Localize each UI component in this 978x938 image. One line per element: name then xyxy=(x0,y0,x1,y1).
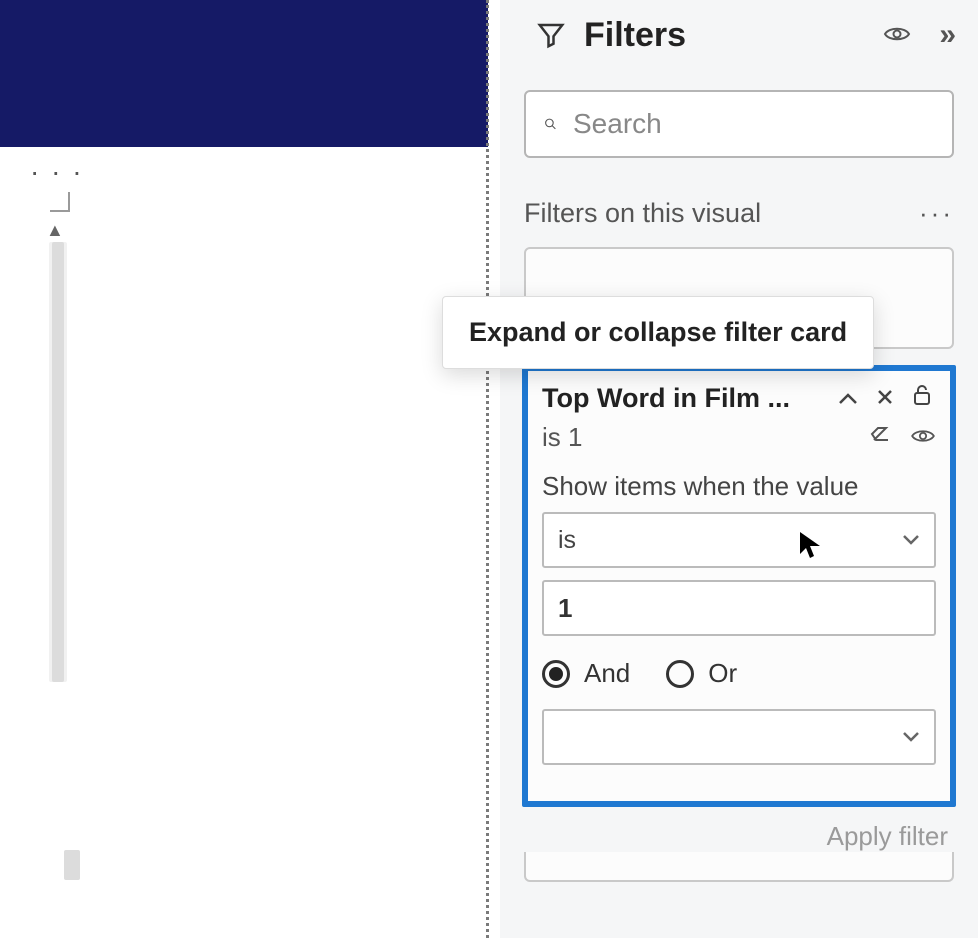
view-icon[interactable] xyxy=(883,20,911,51)
pane-divider[interactable] xyxy=(486,0,489,938)
resize-handle[interactable] xyxy=(64,850,80,880)
selection-corner-marker xyxy=(50,192,70,212)
radio-or[interactable] xyxy=(666,660,694,688)
lock-filter-icon[interactable] xyxy=(908,384,936,413)
logic-operator-group: And Or xyxy=(542,658,936,689)
visual-more-options[interactable]: · · · xyxy=(30,156,84,188)
tooltip-text: Expand or collapse filter card xyxy=(469,317,847,348)
scroll-up-arrow[interactable]: ▲ xyxy=(46,220,64,241)
condition1-operator-select[interactable]: is xyxy=(542,512,936,568)
next-filter-card-edge xyxy=(524,852,954,882)
filters-pane: Filters » Filters on this visual ··· Top… xyxy=(500,0,978,938)
condition1-operator-value: is xyxy=(558,526,576,555)
section-more-options-icon[interactable]: ··· xyxy=(919,198,954,229)
collapse-card-icon[interactable] xyxy=(834,385,862,413)
condition2-operator-select[interactable] xyxy=(542,709,936,765)
tooltip: Expand or collapse filter card xyxy=(442,296,874,369)
filters-section-header: Filters on this visual ··· xyxy=(500,158,978,237)
apply-filter-button[interactable]: Apply filter xyxy=(500,807,978,852)
canvas-area: · · · ▲ xyxy=(0,0,488,938)
filters-section-title: Filters on this visual xyxy=(524,198,919,229)
filter-instruction-label: Show items when the value xyxy=(542,471,936,502)
search-icon xyxy=(544,110,557,138)
funnel-icon xyxy=(536,20,566,50)
filter-search-box[interactable] xyxy=(524,90,954,158)
chevron-down-icon xyxy=(902,726,920,749)
active-filter-card: Top Word in Film ... is 1 Show items whe… xyxy=(522,365,956,807)
filter-card-title: Top Word in Film ... xyxy=(542,383,824,414)
filters-pane-header: Filters » xyxy=(500,0,978,70)
scrollbar-thumb[interactable] xyxy=(49,242,67,682)
hide-filter-icon[interactable] xyxy=(910,424,936,452)
radio-and-label: And xyxy=(584,658,630,689)
search-input[interactable] xyxy=(573,108,934,140)
mouse-cursor-icon xyxy=(798,530,822,558)
condition1-value-input[interactable] xyxy=(542,580,936,636)
filter-card-summary: is 1 xyxy=(542,422,582,453)
radio-or-label: Or xyxy=(708,658,737,689)
filters-pane-title: Filters xyxy=(584,16,865,55)
radio-and[interactable] xyxy=(542,660,570,688)
collapse-pane-icon[interactable]: » xyxy=(939,18,956,52)
visual-header-band xyxy=(0,0,488,147)
clear-filter-icon[interactable] xyxy=(868,422,892,453)
remove-filter-icon[interactable] xyxy=(872,385,898,413)
chevron-down-icon xyxy=(902,529,920,552)
